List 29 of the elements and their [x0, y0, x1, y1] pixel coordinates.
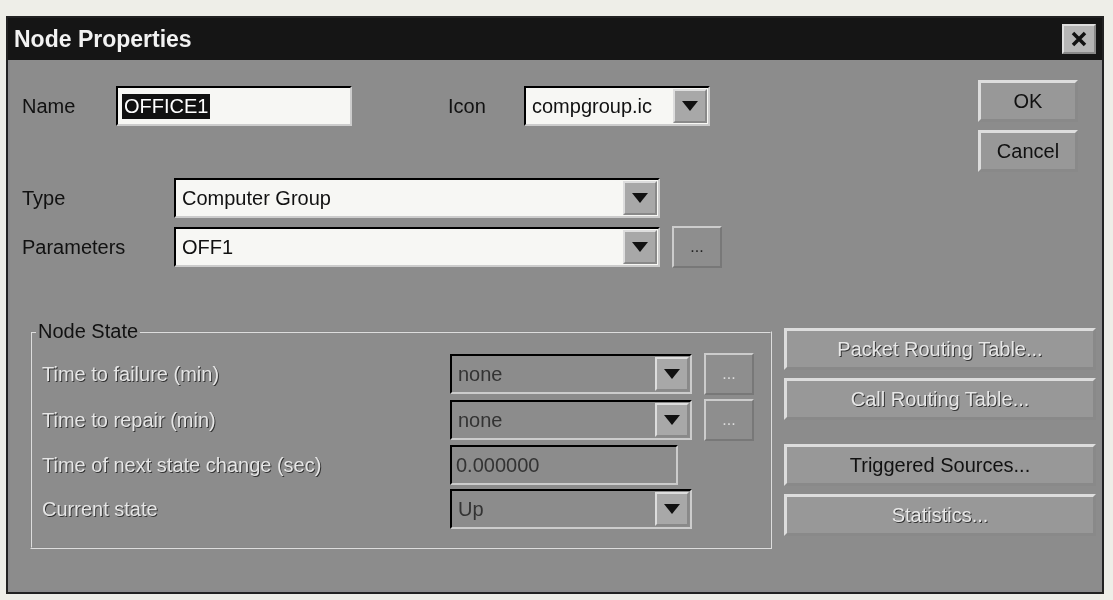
- field-label: Parameters: [22, 235, 127, 259]
- caret-icon: [664, 415, 680, 425]
- field-label: Type: [22, 186, 67, 210]
- field-label: Time to repair (min): [42, 408, 217, 432]
- caret-icon: [632, 242, 648, 252]
- dropdown-button[interactable]: [623, 230, 657, 264]
- dropdown-button[interactable]: [623, 181, 657, 215]
- dropdown-button[interactable]: [673, 89, 707, 123]
- close-button[interactable]: [1062, 24, 1096, 54]
- window-title: Node Properties: [14, 25, 192, 53]
- caret-icon: [664, 504, 680, 514]
- action-button[interactable]: Triggered Sources...: [784, 444, 1096, 486]
- group-title: Node State: [37, 320, 140, 343]
- type-dropdown[interactable]: Computer Group: [174, 178, 660, 218]
- field-label: Name: [22, 94, 77, 118]
- field-label: Current state: [42, 497, 159, 521]
- icon-dropdown[interactable]: compgroup.ic: [524, 86, 710, 126]
- field-label: Time of next state change (sec): [42, 453, 323, 477]
- close-icon: [1071, 31, 1087, 47]
- parameters-dropdown[interactable]: OFF1: [174, 227, 660, 267]
- dialog-button[interactable]: OK: [978, 80, 1078, 122]
- browse-button[interactable]: ...: [672, 226, 722, 268]
- field-label: Icon: [448, 94, 487, 118]
- name-field[interactable]: OFFICE1: [116, 86, 352, 126]
- caret-icon: [664, 369, 680, 379]
- caret-icon: [682, 101, 698, 111]
- caret-icon: [632, 193, 648, 203]
- field-label: Time to failure (min): [42, 362, 221, 386]
- dialog-button[interactable]: Cancel: [978, 130, 1078, 172]
